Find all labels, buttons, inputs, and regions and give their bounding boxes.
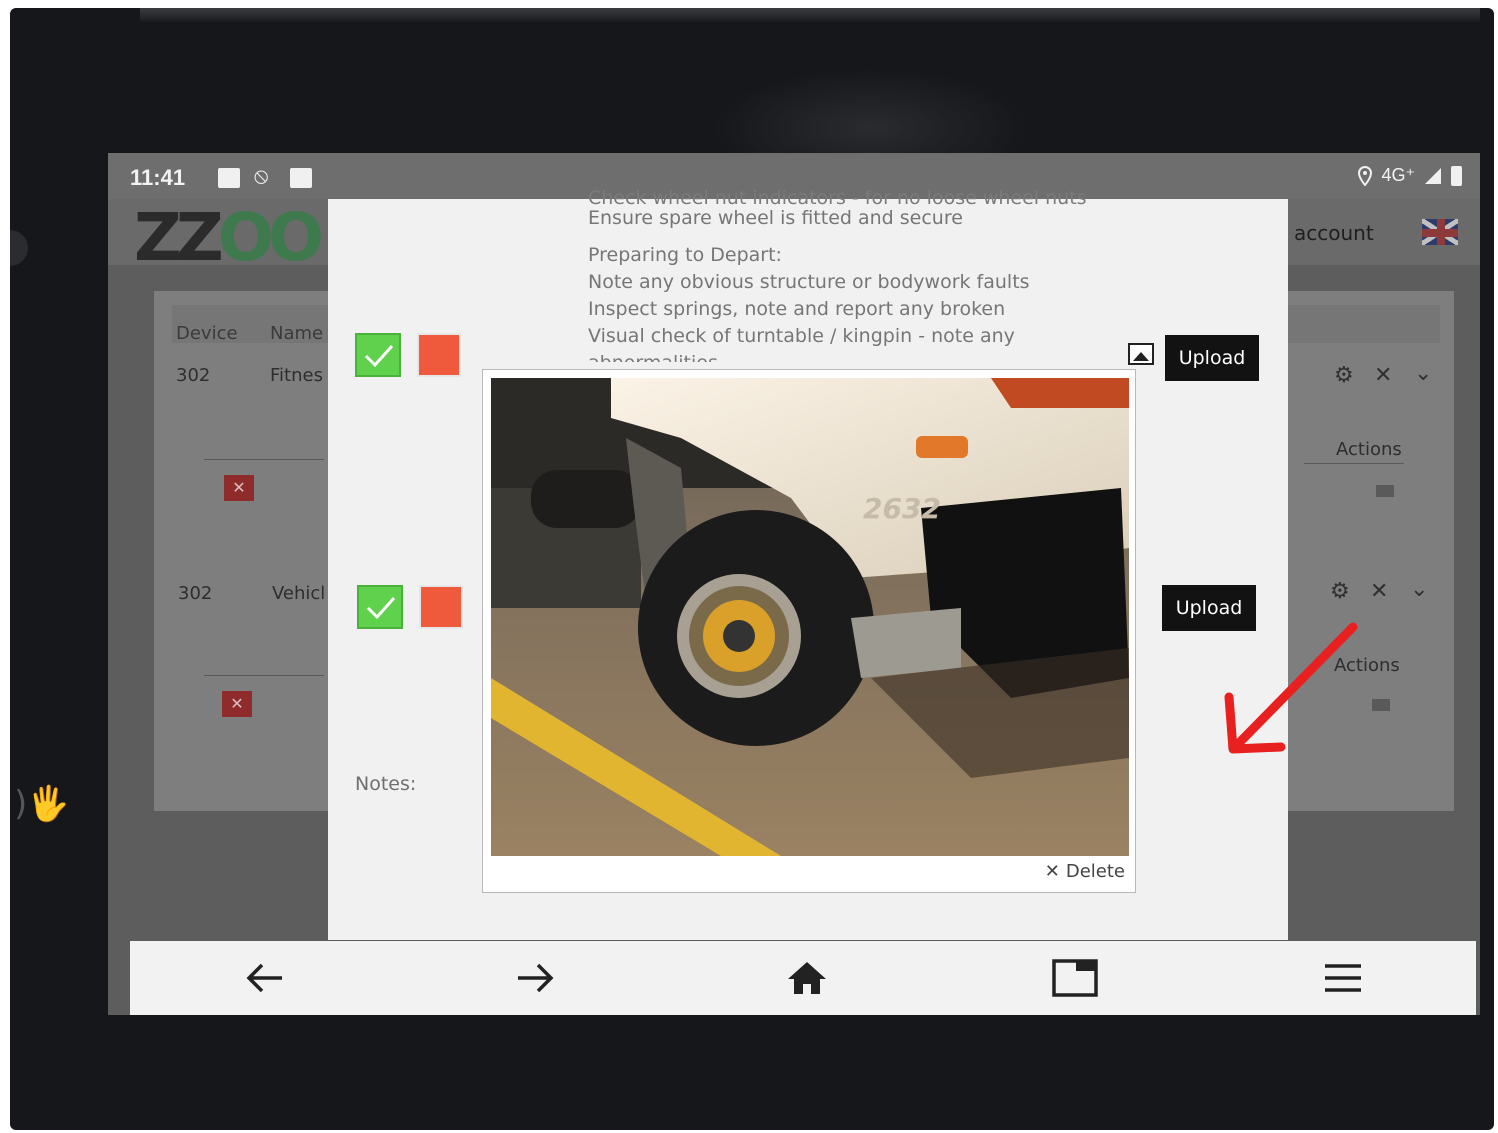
row-divider [204,459,324,460]
header-name[interactable]: Name [270,323,323,344]
instruction-line: abnormalities [588,350,1108,362]
row1-actions-label: Actions [1336,439,1402,460]
instruction-line: Ensure spare wheel is fitted and secure [588,207,963,229]
battery-icon [1451,165,1462,186]
pass-checkbox-2[interactable] [357,585,403,629]
instruction-line: Visual check of turntable / kingpin - no… [588,325,1015,347]
row1-device: 302 [176,365,211,386]
uk-flag-icon[interactable] [1420,217,1460,247]
instruction-line: Note any obvious structure or bodywork f… [588,271,1030,293]
close-icon[interactable]: ✕ [1370,579,1388,604]
zzoo-logo: ZZOO [134,199,324,276]
row1-delete-button[interactable]: ✕ [224,475,254,501]
tablet-side-button [10,230,28,266]
close-icon[interactable]: ✕ [1374,363,1392,388]
tablet-top-edge [140,8,1480,22]
tabs-icon[interactable] [1050,955,1100,1001]
photo-preview-box: 2632 ✕ Delete [482,369,1136,893]
signal-icon [1425,167,1441,184]
account-link[interactable]: account [1294,221,1374,245]
back-arrow-icon[interactable] [240,955,290,1001]
do-not-disturb-icon: ⦸ [254,164,269,189]
row2-device: 302 [178,583,213,604]
header-device[interactable]: Device [176,323,238,344]
nfc-icon: )🖐 [14,784,70,824]
delete-label: Delete [1065,861,1125,882]
image-icon[interactable] [1128,343,1154,365]
notification-icon-2 [290,168,312,188]
notification-icon [218,168,240,188]
delete-photo-button[interactable]: ✕ Delete [1045,861,1125,882]
instruction-line: Inspect springs, note and report any bro… [588,298,1006,320]
annotation-arrow-icon [1224,622,1358,754]
chevron-down-icon[interactable]: ⌄ [1414,361,1432,386]
notes-label: Notes: [355,773,417,795]
status-time: 11:41 [130,165,186,190]
fail-checkbox-2[interactable] [419,585,463,629]
row2-mini-icon[interactable] [1372,699,1390,711]
row1-name: Fitnes [270,365,323,386]
upload-button-1[interactable]: Upload [1165,335,1259,381]
tablet-photo-frame: )🖐 11:41 ⦸ 4G⁺ ZZOO account Device Name [10,8,1494,1130]
row1-mini-icon[interactable] [1376,485,1394,497]
instruction-section-title: Preparing to Depart: [588,244,782,266]
gear-icon[interactable]: ⚙ [1334,363,1354,388]
network-type: 4G⁺ [1381,165,1415,185]
instruction-cut-line: Check wheel nut indicators - for no loos… [588,187,1087,205]
status-right-group: 4G⁺ [1357,165,1462,186]
inspection-modal: Check wheel nut indicators - for no loos… [328,187,1288,940]
gear-icon[interactable]: ⚙ [1330,579,1350,604]
fail-checkbox-1[interactable] [417,333,461,377]
location-icon [1358,165,1373,186]
row2-delete-button[interactable]: ✕ [222,691,252,717]
uploaded-truck-photo: 2632 [491,378,1129,856]
row2-name: Vehicl [272,583,326,604]
row-divider [204,675,324,676]
browser-nav-bar [130,941,1476,1015]
pass-checkbox-1[interactable] [355,333,401,377]
row-divider [1304,463,1404,464]
tablet-screen: 11:41 ⦸ 4G⁺ ZZOO account Device Name 302… [108,153,1480,1015]
instructions-text: Check wheel nut indicators - for no loos… [588,185,1108,362]
chevron-down-icon[interactable]: ⌄ [1410,577,1428,602]
close-icon: ✕ [1044,861,1060,882]
menu-icon[interactable] [1318,955,1368,1001]
truck-number-text: 2632 [863,492,941,525]
home-icon[interactable] [782,955,832,1001]
forward-arrow-icon[interactable] [510,955,560,1001]
